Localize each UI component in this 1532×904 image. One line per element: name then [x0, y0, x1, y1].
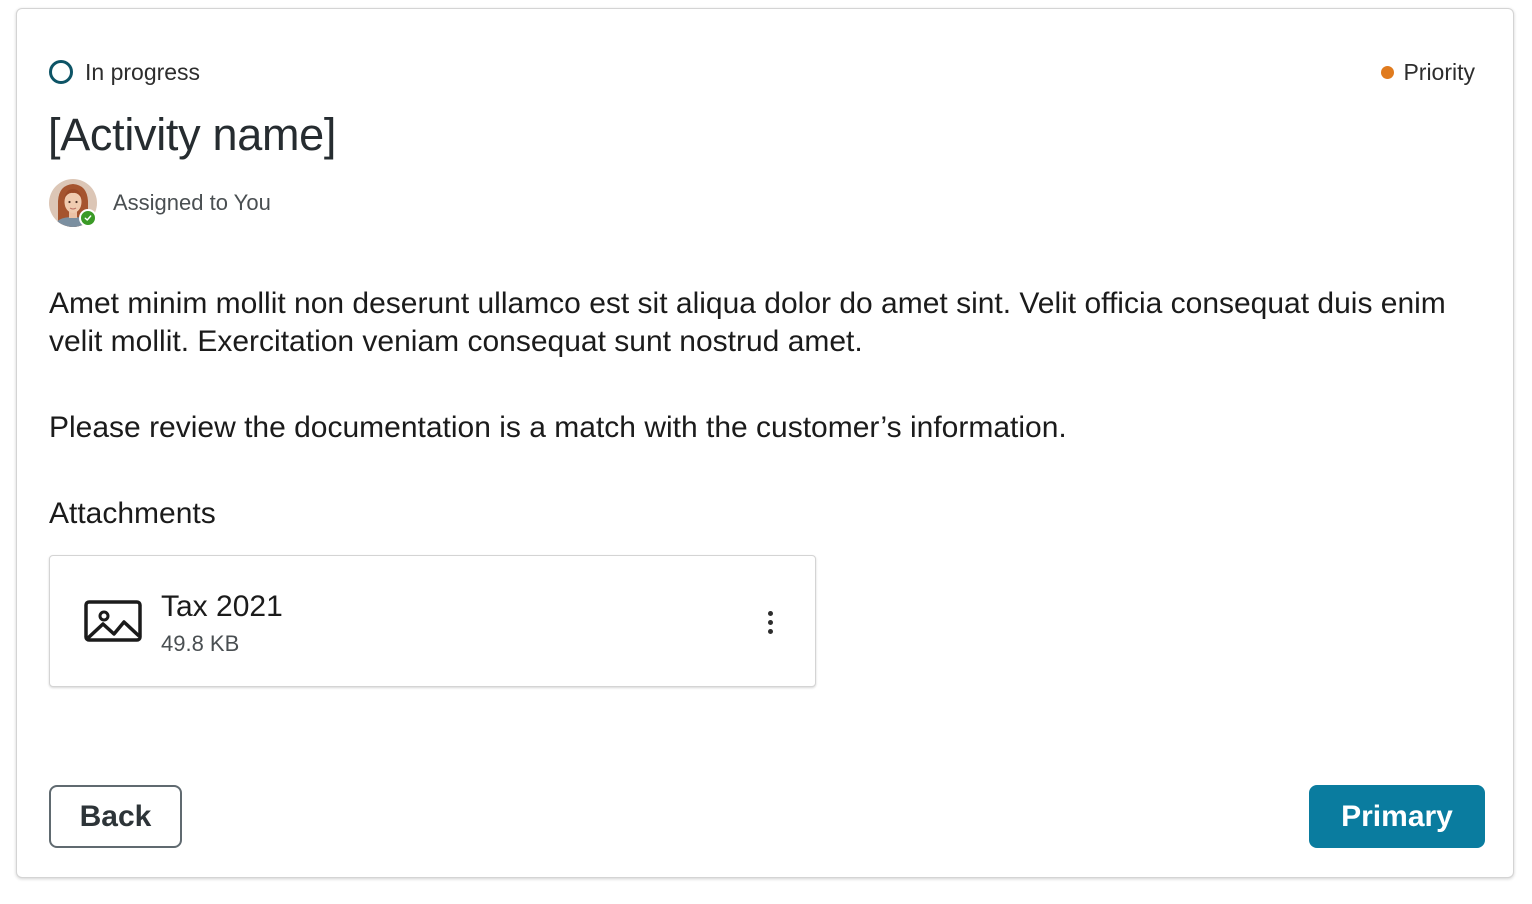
more-options-icon[interactable] — [754, 604, 786, 640]
activity-card: In progress Priority [Activity name] Ass… — [16, 8, 1514, 878]
kebab-dot — [767, 628, 773, 634]
attachment-size: 49.8 KB — [161, 631, 240, 656]
attachments-heading: Attachments — [49, 497, 216, 530]
activity-instruction: Please review the documentation is a mat… — [49, 411, 1067, 444]
assignee-label: Assigned to You — [113, 190, 271, 215]
progress-ring-icon — [49, 60, 73, 84]
status-indicator: In progress — [49, 56, 200, 88]
attachment-name: Tax 2021 — [161, 590, 283, 623]
priority-indicator: Priority — [1381, 56, 1475, 88]
kebab-dot — [767, 619, 773, 625]
priority-dot-icon — [1381, 65, 1395, 79]
priority-label: Priority — [1403, 58, 1475, 85]
assignee-row: Assigned to You — [49, 179, 271, 227]
primary-button[interactable]: Primary — [1309, 785, 1485, 848]
activity-title: [Activity name] — [48, 109, 337, 160]
online-check-icon — [79, 209, 97, 227]
back-button[interactable]: Back — [49, 785, 182, 848]
kebab-dot — [767, 610, 773, 616]
avatar — [49, 179, 97, 227]
image-file-icon — [84, 600, 142, 644]
status-label: In progress — [85, 58, 201, 85]
activity-description: Amet minim mollit non deserunt ullamco e… — [49, 287, 1446, 358]
attachment-card[interactable]: Tax 2021 49.8 KB — [49, 555, 816, 687]
